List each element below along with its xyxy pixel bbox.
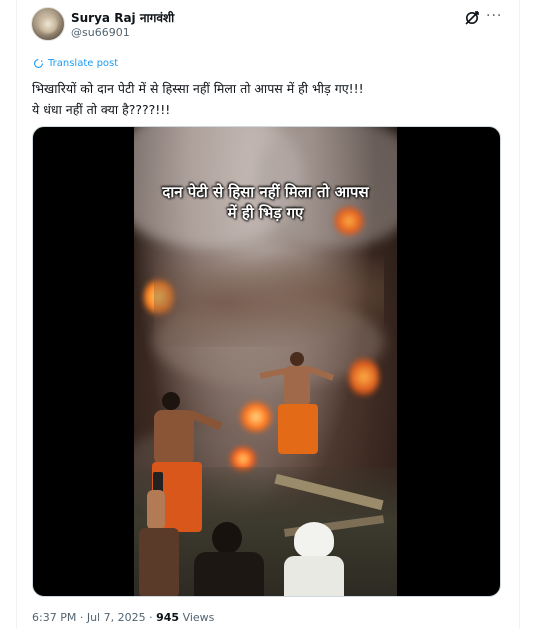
fire [239,402,273,432]
author-handle[interactable]: @su66901 [71,26,130,39]
video-caption-line: में ही भिड़ गए [227,204,304,222]
tweet-text-line: भिखारियों को दान पेटी में से हिस्सा नहीं… [32,81,364,96]
author-name[interactable]: Surya Raj नागवंशी [71,9,174,26]
views-label: Views [182,611,215,624]
avatar-image [38,13,58,35]
meta-separator: · [79,611,84,624]
tweet-text: भिखारियों को दान पेटी में से हिस्सा नहीं… [32,78,502,120]
translate-link[interactable]: Translate post [33,56,118,70]
tweet-meta: 6:37 PM · Jul 7, 2025 · 945 Views [32,611,214,624]
tweet-text-line: ये धंधा नहीं तो क्या है????!!! [32,102,171,117]
video-caption-line: दान पेटी से हिसा नहीं मिला तो आपस [162,183,369,201]
translate-icon [34,58,43,68]
translate-label: Translate post [48,57,119,69]
tweet-time[interactable]: 6:37 PM [32,611,76,624]
man-saffron-right [259,352,335,462]
video-frame[interactable]: दान पेटी से हिसा नहीं मिला तो आपस में ही… [134,127,397,596]
meta-separator: · [149,611,153,624]
fire [349,357,379,397]
grok-icon[interactable] [464,10,480,26]
tweet-date[interactable]: Jul 7, 2025 [87,611,146,624]
spectator-dark [194,522,264,596]
views-count: 945 [156,611,180,624]
more-icon[interactable]: ··· [486,9,502,25]
avatar[interactable] [31,7,65,41]
man-with-phone [139,472,179,596]
video-player[interactable]: दान पेटी से हिसा नहीं मिला तो आपस में ही… [32,126,501,597]
spectator-white-turban [284,522,344,596]
video-caption: दान पेटी से हिसा नहीं मिला तो आपस में ही… [134,182,397,224]
background-crowd [154,237,384,347]
